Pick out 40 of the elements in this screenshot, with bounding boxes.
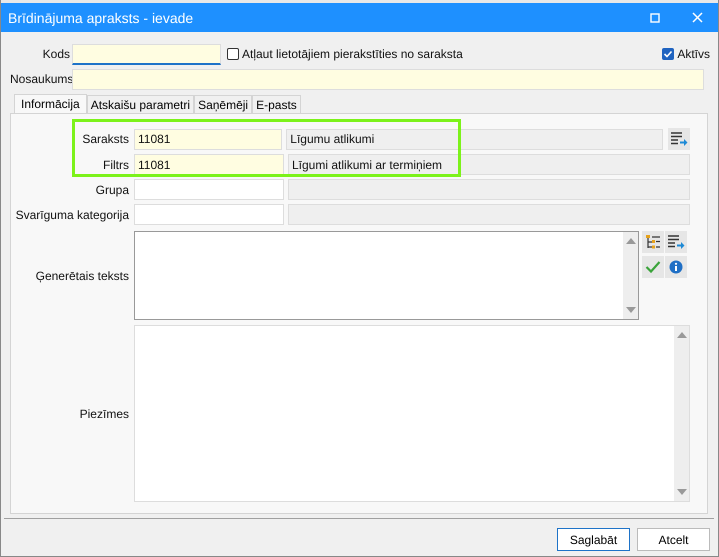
field-label: Svarīguma kategorija xyxy=(14,208,129,222)
field-label: Ģenerētais teksts xyxy=(34,268,129,282)
readonly-name-field: Līgumu atlikumi xyxy=(286,128,664,150)
tree-icon xyxy=(645,234,661,250)
tab[interactable]: Informācija xyxy=(14,94,87,113)
dialog-button[interactable]: Atcelt xyxy=(637,528,710,551)
info-icon xyxy=(669,260,683,274)
tool-button[interactable] xyxy=(642,231,664,253)
maximize-icon xyxy=(650,12,660,22)
checkbox[interactable]: Aktīvs xyxy=(662,47,710,61)
field-label: Piezīmes xyxy=(78,406,129,420)
code-input-field[interactable] xyxy=(72,44,221,64)
list-arrow-icon xyxy=(667,234,685,250)
tab[interactable]: Atskaišu parametri xyxy=(86,95,194,113)
checkbox[interactable]: Atļaut lietotājiem pierakstīties no saraksta xyxy=(227,47,463,61)
field-label: Filtrs xyxy=(102,158,129,172)
check-icon xyxy=(645,260,661,274)
code-input-field[interactable]: 11081 xyxy=(134,128,282,150)
tab[interactable]: E-pasts xyxy=(252,95,301,113)
close-icon xyxy=(692,12,702,23)
list-button[interactable] xyxy=(668,128,690,150)
checkbox-box[interactable] xyxy=(662,48,674,60)
tab[interactable]: Saņēmēji xyxy=(194,95,252,113)
field-label: Grupa xyxy=(94,182,129,196)
dialog-button[interactable]: Saglabāt xyxy=(557,528,630,551)
tool-button[interactable] xyxy=(665,256,687,278)
scrollbar[interactable] xyxy=(623,232,638,319)
readonly-name-field: Līgumi atlikumi ar termiņiem xyxy=(288,154,690,175)
tool-button[interactable] xyxy=(665,231,687,253)
code-input-field[interactable]: 11081 xyxy=(134,154,284,175)
code-input-field[interactable] xyxy=(134,204,284,225)
checkbox-box[interactable] xyxy=(227,48,239,60)
name-input-field[interactable] xyxy=(72,68,704,90)
field-label: Kods xyxy=(42,47,70,61)
window-title: Brīdinājuma apraksts - ievade xyxy=(8,10,194,26)
field-label: Nosaukums xyxy=(10,72,70,86)
field-label: Saraksts xyxy=(81,132,129,146)
scrollbar[interactable] xyxy=(674,326,689,501)
list-arrow-icon xyxy=(670,131,688,147)
code-input-field[interactable] xyxy=(134,179,284,200)
